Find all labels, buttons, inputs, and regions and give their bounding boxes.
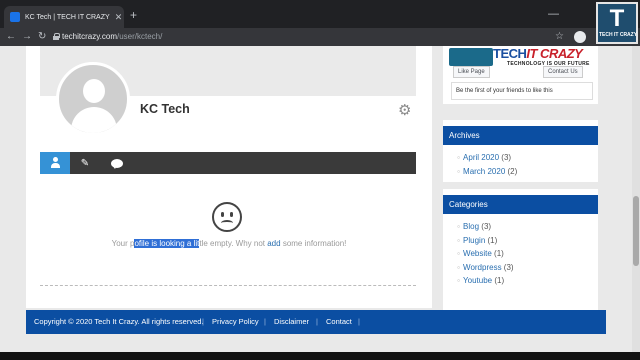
bookmark-star-icon[interactable]: ☆ [555, 31, 564, 43]
browser-toolbar: ← → ↻ techitcrazy.com/user/kctech/ ☆ [0, 28, 640, 46]
tab-edit[interactable]: ✎ [70, 152, 100, 174]
page-bottom-edge [0, 352, 640, 360]
tab-title: KC Tech | TECH IT CRAZY [25, 13, 110, 21]
contact-us-button[interactable]: Contact Us [543, 66, 583, 78]
like-page-button[interactable]: Like Page [453, 66, 490, 78]
footer-separator: | [316, 317, 318, 326]
categories-widget: Categories Blog (3) Plugin (1) Website (… [443, 189, 598, 329]
gear-icon[interactable]: ⚙ [398, 103, 411, 118]
category-count: (3) [481, 222, 492, 231]
reload-icon[interactable]: ↻ [38, 30, 46, 44]
archive-link[interactable]: April 2020 [463, 153, 499, 162]
footer-separator: | [358, 317, 360, 326]
categories-list: Blog (3) Plugin (1) Website (1) Wordpres… [457, 221, 514, 289]
archives-title: Archives [443, 126, 598, 145]
category-count: (1) [494, 249, 504, 258]
site-favicon-icon [10, 12, 20, 22]
user-icon [50, 157, 60, 169]
category-link[interactable]: Website [463, 249, 492, 258]
profile-card: KC Tech ⚙ ✎ Your pofile is looking a lit… [26, 46, 432, 308]
page-scrollbar[interactable] [632, 46, 640, 352]
archive-count: (2) [507, 166, 518, 176]
category-count: (1) [487, 235, 498, 245]
list-item: April 2020 (3) [457, 152, 517, 166]
site-footer: Copyright © 2020 Tech It Crazy. All righ… [26, 310, 606, 334]
archives-widget: Archives April 2020 (3) March 2020 (2) [443, 120, 598, 182]
contact-us-label: Contact Us [548, 69, 578, 75]
facebook-friends-text: Be the first of your friends to like thi… [451, 82, 593, 100]
category-link[interactable]: Plugin [463, 236, 485, 245]
empty-profile-message: Your pofile is looking a little empty. W… [26, 239, 432, 248]
close-tab-icon[interactable]: ✕ [115, 12, 123, 22]
add-info-link[interactable]: add [267, 239, 280, 248]
tab-comments[interactable] [102, 152, 132, 174]
pencil-icon: ✎ [80, 157, 90, 169]
selected-text: ofile is looking a lit [134, 239, 200, 248]
url-host: techitcrazy.com [62, 32, 117, 41]
empty-message-text: tle empty. Why not [199, 239, 268, 248]
brand-left: TECH [493, 46, 527, 61]
sad-face-eye [221, 212, 224, 217]
browser-tab-bar: KC Tech | TECH IT CRAZY ✕ + — [0, 0, 640, 28]
footer-link-disclaimer[interactable]: Disclaimer [274, 310, 309, 334]
browser-profile-avatar[interactable] [574, 31, 586, 43]
footer-separator: | [264, 317, 266, 326]
categories-title: Categories [443, 195, 598, 214]
category-count: (3) [503, 262, 514, 272]
scrollbar-thumb[interactable] [633, 196, 639, 266]
browser-tab[interactable]: KC Tech | TECH IT CRAZY ✕ [4, 6, 124, 28]
back-icon[interactable]: ← [6, 30, 16, 44]
tab-about[interactable] [40, 152, 70, 174]
facebook-page-brand: TECHIT CRAZY [493, 46, 583, 61]
empty-message-text: some information! [280, 239, 347, 248]
list-item: Wordpress (3) [457, 262, 514, 276]
watermark-text: TECH IT CRAZY [599, 32, 638, 38]
list-item: Blog (3) [457, 221, 514, 235]
comment-icon [111, 158, 123, 169]
sad-face-icon [212, 202, 242, 232]
web-page: KC Tech ⚙ ✎ Your pofile is looking a lit… [0, 46, 640, 352]
category-link[interactable]: Blog [463, 222, 479, 231]
watermark-letter: T [609, 5, 625, 32]
channel-watermark-logo: T TECH IT CRAZY [596, 2, 638, 44]
profile-tab-strip: ✎ [40, 152, 416, 174]
footer-link-privacy[interactable]: Privacy Policy [212, 310, 259, 334]
address-bar[interactable]: techitcrazy.com/user/kctech/ [62, 31, 162, 43]
brand-right: IT CRAZY [526, 46, 583, 61]
archives-list: April 2020 (3) March 2020 (2) [457, 152, 517, 179]
lock-icon[interactable] [53, 33, 60, 40]
avatar-head-shape [83, 79, 105, 103]
profile-avatar[interactable] [56, 62, 130, 136]
profile-name: KC Tech [140, 102, 190, 116]
category-link[interactable]: Wordpress [463, 263, 502, 272]
sad-face-eye [230, 212, 233, 217]
empty-message-text: Your p [111, 239, 135, 248]
list-item: March 2020 (2) [457, 166, 517, 180]
divider [40, 285, 416, 286]
archive-link[interactable]: March 2020 [463, 167, 505, 176]
footer-separator: | [202, 317, 204, 326]
list-item: Website (1) [457, 248, 514, 262]
list-item: Plugin (1) [457, 235, 514, 249]
footer-copyright: Copyright © 2020 Tech It Crazy. All righ… [34, 317, 204, 326]
category-count: (1) [494, 276, 505, 285]
archive-count: (3) [501, 153, 512, 162]
category-link[interactable]: Youtube [463, 276, 492, 285]
forward-icon[interactable]: → [22, 30, 32, 44]
facebook-page-widget: TECHIT CRAZY TECHNOLOGY IS OUR FUTURE Li… [443, 46, 598, 104]
url-path: /user/kctech/ [116, 32, 163, 41]
new-tab-button[interactable]: + [130, 9, 137, 21]
footer-link-contact[interactable]: Contact [326, 310, 352, 334]
like-page-label: Like Page [458, 69, 485, 75]
minimize-window-button[interactable]: — [548, 9, 559, 20]
sad-face-mouth [221, 220, 233, 226]
site-logo-image [449, 48, 493, 66]
list-item: Youtube (1) [457, 275, 514, 289]
avatar-body-shape [71, 107, 117, 133]
